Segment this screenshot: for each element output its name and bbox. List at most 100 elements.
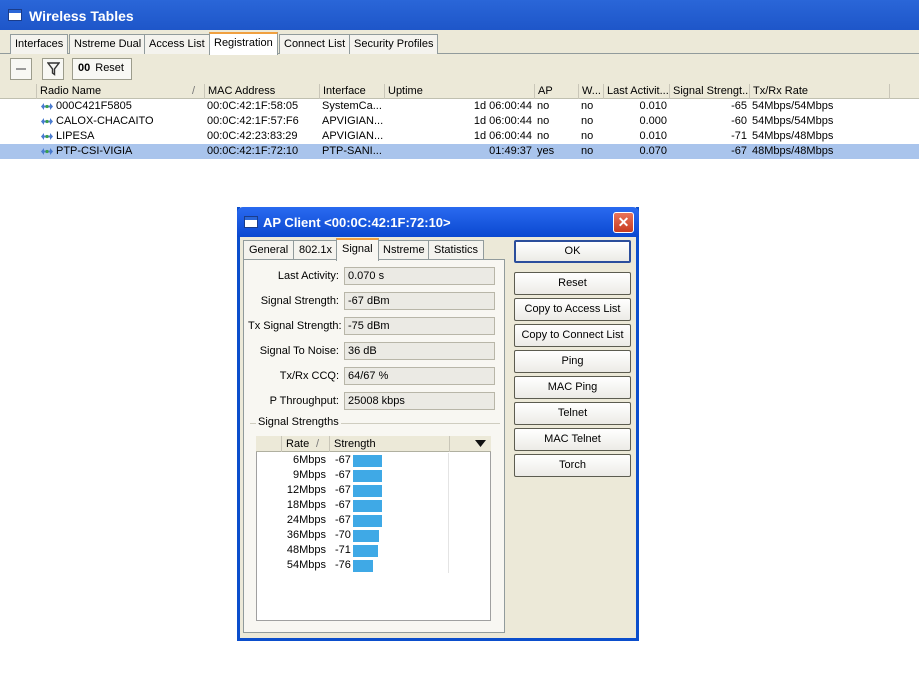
radio-station-icon (41, 133, 53, 140)
telnet-button[interactable]: Telnet (514, 402, 631, 425)
table-row[interactable]: CALOX-CHACAITO 00:0C:42:1F:57:F6 APVIGIA… (0, 114, 919, 129)
cell-signal: -60 (731, 115, 747, 127)
cell-mac: 00:0C:42:1F:57:F6 (207, 115, 299, 127)
col-spacer (889, 84, 919, 99)
table-row[interactable]: LIPESA 00:0C:42:23:83:29 APVIGIAN... 1d … (0, 129, 919, 144)
window-icon (244, 216, 258, 228)
signal-to-noise-field: 36 dB (344, 342, 495, 360)
column-divider (448, 558, 449, 573)
dialog-title-bar[interactable]: AP Client <00:0C:42:1F:72:10> ✕ (237, 207, 639, 237)
cell-radio-name: CALOX-CHACAITO (56, 115, 154, 127)
remove-button[interactable] (10, 58, 32, 80)
cell-uptime: 01:49:37 (489, 145, 532, 157)
list-item[interactable]: 24Mbps -67 (256, 513, 491, 528)
ok-button[interactable]: OK (514, 240, 631, 263)
col-strength[interactable]: Strength (329, 436, 449, 452)
ping-button[interactable]: Ping (514, 350, 631, 373)
copy-to-access-list-button[interactable]: Copy to Access List (514, 298, 631, 321)
col-interface[interactable]: Interface (319, 84, 384, 99)
mac-ping-button[interactable]: MAC Ping (514, 376, 631, 399)
rate-value: 12Mbps (286, 484, 326, 496)
col-uptime[interactable]: Uptime (384, 84, 534, 99)
list-item[interactable]: 18Mbps -67 (256, 498, 491, 513)
strength-value: -67 (335, 499, 351, 511)
col-signal-strength[interactable]: Signal Strengt... (669, 84, 749, 99)
p-throughput-label: P Throughput: (269, 395, 339, 407)
main-tab-bar: Interfaces Nstreme Dual Access List Regi… (0, 30, 919, 55)
cell-rate: 48Mbps/48Mbps (752, 145, 834, 157)
cell-rate: 54Mbps/48Mbps (752, 130, 834, 142)
cell-ap: yes (537, 145, 555, 157)
chevron-down-icon (475, 440, 486, 447)
tab-connect-list[interactable]: Connect List (279, 34, 351, 54)
close-icon[interactable]: ✕ (613, 212, 634, 233)
cell-interface: APVIGIAN... (322, 115, 384, 127)
registration-table-header: Radio Name / MAC Address Interface Uptime… (0, 84, 919, 99)
strength-value: -76 (335, 559, 351, 571)
tab-security-profiles[interactable]: Security Profiles (349, 34, 439, 54)
mac-telnet-button[interactable]: MAC Telnet (514, 428, 631, 451)
col-last-activity[interactable]: Last Activit... (603, 84, 669, 99)
signal-to-noise-label: Signal To Noise: (259, 345, 339, 357)
dialog-tab-bar: General 802.1x Signal Nstreme Statistics (243, 238, 505, 261)
last-activity-label: Last Activity: (277, 270, 339, 282)
toolbar: 00 Reset (0, 54, 919, 84)
list-item[interactable]: 54Mbps -76 (256, 558, 491, 573)
tab-8021x[interactable]: 802.1x (293, 240, 339, 260)
filter-button[interactable] (42, 58, 64, 80)
col-mac-address[interactable]: MAC Address (204, 84, 319, 99)
tab-nstreme-dual[interactable]: Nstreme Dual (69, 34, 147, 54)
strength-bar (353, 500, 382, 512)
columns-dropdown[interactable] (449, 436, 491, 452)
tab-nstreme[interactable]: Nstreme (377, 240, 431, 260)
tab-registration[interactable]: Registration (209, 32, 278, 55)
list-item[interactable]: 9Mbps -67 (256, 468, 491, 483)
reset-button[interactable]: Reset (514, 272, 631, 295)
tab-general[interactable]: General (243, 240, 295, 260)
col-rate[interactable]: Rate / (281, 436, 329, 452)
cell-w: no (581, 145, 594, 157)
cell-rate: 54Mbps/54Mbps (752, 115, 834, 127)
signal-strengths-group-label: Signal Strengths (256, 416, 341, 428)
tab-signal[interactable]: Signal (336, 238, 379, 261)
table-row[interactable]: 000C421F5805 00:0C:42:1F:58:05 SystemCa.… (0, 99, 919, 114)
dialog-title: AP Client <00:0C:42:1F:72:10> (263, 215, 451, 230)
rate-value: 6Mbps (292, 454, 326, 466)
rate-value: 18Mbps (286, 499, 326, 511)
col-txrx-rate[interactable]: Tx/Rx Rate (749, 84, 889, 99)
col-ap[interactable]: AP (534, 84, 578, 99)
column-divider (448, 468, 449, 483)
strength-value: -67 (335, 454, 351, 466)
signal-strength-label: Signal Strength: (260, 295, 339, 307)
window-title: Wireless Tables (29, 8, 134, 24)
copy-to-connect-list-button[interactable]: Copy to Connect List (514, 324, 631, 347)
list-item[interactable]: 6Mbps -67 (256, 453, 491, 468)
radio-station-icon (41, 148, 53, 155)
list-item[interactable]: 36Mbps -70 (256, 528, 491, 543)
tab-interfaces[interactable]: Interfaces (10, 34, 69, 54)
torch-button[interactable]: Torch (514, 454, 631, 477)
reset-counters-button[interactable]: 00 Reset (72, 58, 132, 80)
list-item[interactable]: 48Mbps -71 (256, 543, 491, 558)
strength-bar (353, 530, 379, 542)
cell-mac: 00:0C:42:23:83:29 (207, 130, 298, 142)
column-divider (448, 498, 449, 513)
reset-label: Reset (95, 62, 124, 74)
cell-w: no (581, 115, 594, 127)
cell-w: no (581, 100, 594, 112)
tab-statistics[interactable]: Statistics (428, 240, 485, 260)
cell-ap: no (537, 115, 550, 127)
list-item[interactable]: 12Mbps -67 (256, 483, 491, 498)
last-activity-field: 0.070 s (344, 267, 495, 285)
tab-access-list[interactable]: Access List (144, 34, 210, 54)
cell-ap: no (537, 100, 550, 112)
col-w[interactable]: W... (578, 84, 603, 99)
strength-value: -71 (335, 544, 351, 556)
tx-signal-strength-field: -75 dBm (344, 317, 495, 335)
col-radio-name[interactable]: Radio Name / (36, 84, 204, 99)
rate-value: 36Mbps (286, 529, 326, 541)
rate-value: 9Mbps (292, 469, 326, 481)
cell-radio-name: 000C421F5805 (56, 100, 132, 112)
table-row-selected[interactable]: PTP-CSI-VIGIA 00:0C:42:1F:72:10 PTP-SANI… (0, 144, 919, 159)
strength-value: -67 (335, 484, 351, 496)
